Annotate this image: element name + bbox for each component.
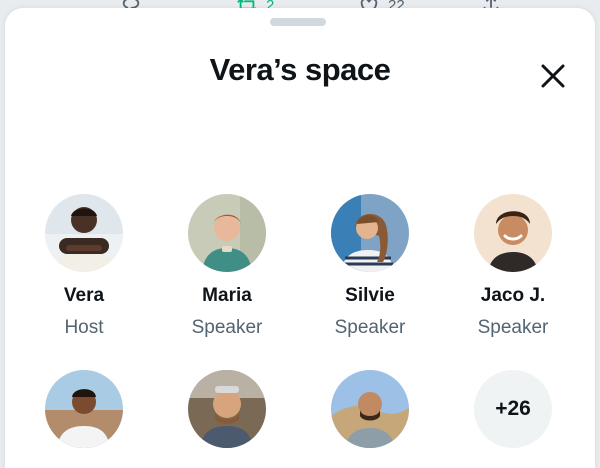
space-sheet: Vera’s space Vera Host Maria Speaker Sil…	[5, 8, 595, 468]
listener-card[interactable]	[300, 370, 440, 448]
participant-role: Speaker	[334, 317, 406, 338]
listener-card[interactable]	[157, 370, 297, 448]
participant-role: Host	[64, 317, 104, 338]
avatar[interactable]	[45, 370, 123, 448]
avatar[interactable]	[188, 370, 266, 448]
listener-card[interactable]	[14, 370, 154, 448]
avatar[interactable]	[474, 194, 552, 272]
avatar[interactable]	[45, 194, 123, 272]
more-listeners[interactable]: +26	[443, 370, 583, 448]
participant-name: Vera	[63, 285, 105, 306]
avatar[interactable]	[331, 370, 409, 448]
participant-card[interactable]: Maria Speaker	[157, 194, 297, 340]
participant-card[interactable]: Vera Host	[14, 194, 154, 340]
participant-role: Speaker	[477, 317, 549, 338]
sheet-grabber[interactable]	[270, 18, 326, 26]
close-icon	[541, 64, 565, 88]
participant-card[interactable]: Jaco J. Speaker	[443, 194, 583, 340]
participant-name: Maria	[202, 285, 252, 306]
participant-name: Silvie	[345, 285, 395, 306]
close-button[interactable]	[535, 58, 571, 94]
avatar[interactable]	[188, 194, 266, 272]
more-listeners-count[interactable]: +26	[474, 370, 552, 448]
participant-name: Jaco J.	[480, 285, 546, 306]
participant-role: Speaker	[191, 317, 263, 338]
participant-card[interactable]: Silvie Speaker	[300, 194, 440, 340]
space-title: Vera’s space	[209, 52, 391, 87]
avatar[interactable]	[331, 194, 409, 272]
